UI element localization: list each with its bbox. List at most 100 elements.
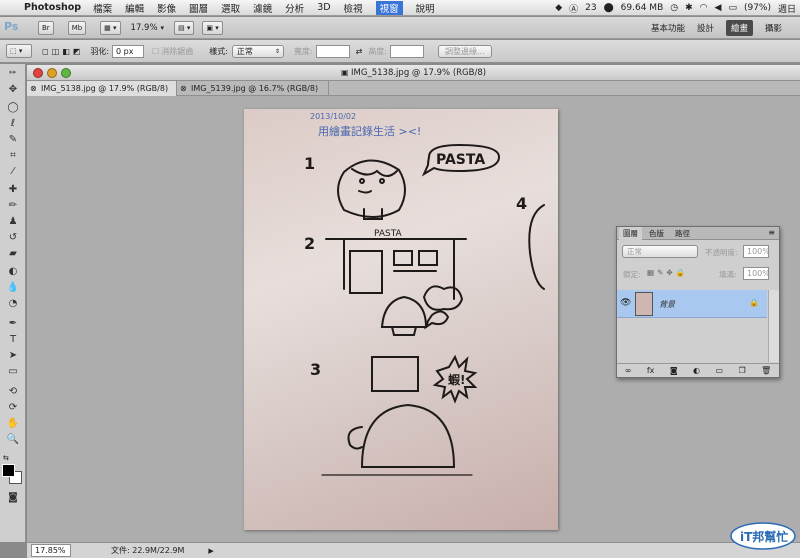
tab-img-5138[interactable]: ⊗ IMG_5138.jpg @ 17.9% (RGB/8) — [27, 81, 177, 96]
width-input[interactable] — [315, 44, 350, 58]
close-tab-icon[interactable]: ⊗ — [180, 81, 187, 96]
time-machine-icon[interactable]: ◷ — [670, 3, 678, 13]
menu-layer[interactable]: 圖層 — [189, 1, 208, 15]
menu-view[interactable]: 檢視 — [344, 1, 363, 15]
3d-orbit-tool-icon[interactable]: ⟳ — [4, 402, 22, 414]
antialias-checkbox[interactable]: ☐ — [152, 47, 159, 56]
new-selection-icon[interactable]: ◻ — [42, 47, 49, 56]
type-tool-icon[interactable]: T — [4, 334, 22, 346]
view-extras-button[interactable]: ▦ ▾ — [100, 20, 121, 35]
eyedropper-tool-icon[interactable]: ⁄ — [4, 166, 22, 178]
blur-tool-icon[interactable]: 💧 — [4, 282, 22, 294]
cup-handle — [347, 426, 363, 450]
opacity-input[interactable]: 100% — [743, 245, 770, 258]
intersect-selection-icon[interactable]: ◩ — [73, 47, 81, 56]
tab-layers[interactable]: 圖層 — [619, 227, 642, 240]
menu-window[interactable]: 視窗 — [375, 0, 403, 15]
dropbox-icon[interactable]: ◆ — [555, 3, 562, 13]
status-menu-arrow-icon[interactable]: ▶ — [208, 547, 213, 555]
lock-icons[interactable]: ▦✎✥🔒 — [647, 268, 688, 277]
status-zoom-input[interactable]: 17.85% — [31, 544, 71, 557]
fill-input[interactable]: 100% — [743, 267, 770, 280]
bridge-button[interactable]: Br — [38, 20, 54, 35]
brush-tool-icon[interactable]: ✏ — [4, 200, 22, 212]
zoom-level-select[interactable]: 17.9% — [131, 23, 158, 33]
arrange-documents-button[interactable]: ▤ ▾ — [174, 20, 195, 35]
history-brush-tool-icon[interactable]: ↺ — [4, 232, 22, 244]
menu-analysis[interactable]: 分析 — [285, 1, 304, 15]
minimize-window-button[interactable] — [47, 68, 57, 78]
swap-colors-icon[interactable]: ⇆ — [3, 454, 9, 462]
adjustment-layer-icon[interactable]: ◐ — [693, 366, 700, 375]
chevron-down-icon[interactable]: ▾ — [161, 24, 165, 32]
quick-mask-icon[interactable]: ◙ — [4, 492, 22, 504]
panel-menu-icon[interactable]: ≡ — [768, 228, 775, 237]
layer-mask-icon[interactable]: ◙ — [670, 366, 678, 375]
feather-input[interactable]: 0 px — [112, 44, 145, 58]
style-select[interactable]: 正常 ⇕ — [231, 44, 284, 58]
layer-row-background[interactable]: 👁 背景 🔒 — [617, 290, 767, 318]
menu-file[interactable]: 檔案 — [93, 1, 112, 15]
clone-stamp-tool-icon[interactable]: ♟ — [4, 216, 22, 228]
pen-tool-icon[interactable]: ✒ — [4, 318, 22, 330]
wifi-icon[interactable]: ◠ — [700, 3, 708, 13]
gradient-tool-icon[interactable]: ◐ — [4, 266, 22, 278]
crop-tool-icon[interactable]: ⌗ — [4, 150, 22, 162]
shape-tool-icon[interactable]: ▭ — [4, 366, 22, 378]
marquee-preset-button[interactable]: ⬚ ▾ — [6, 44, 32, 58]
adobe-icon[interactable]: Ⓐ — [569, 2, 578, 15]
quick-select-tool-icon[interactable]: ✎ — [4, 134, 22, 146]
toolbox-collapse-icon[interactable]: ▸▸ — [4, 66, 22, 78]
zoom-window-button[interactable] — [61, 68, 71, 78]
healing-brush-tool-icon[interactable]: ✚ — [4, 184, 22, 196]
close-window-button[interactable] — [33, 68, 43, 78]
layer-style-icon[interactable]: fx — [647, 366, 655, 375]
marquee-tool-icon[interactable]: ◯ — [4, 102, 22, 114]
refine-edge-button[interactable]: 調整邊緣... — [438, 44, 492, 58]
menu-filter[interactable]: 濾鏡 — [253, 1, 272, 15]
screen-mode-button[interactable]: ▣ ▾ — [202, 20, 223, 35]
menu-image[interactable]: 影像 — [157, 1, 176, 15]
zoom-tool-icon[interactable]: 🔍 — [4, 434, 22, 446]
lasso-tool-icon[interactable]: ℓ — [4, 118, 22, 130]
menu-3d[interactable]: 3D — [317, 2, 330, 13]
workspace-painting[interactable]: 繪畫 — [725, 19, 753, 36]
new-group-icon[interactable]: ▭ — [715, 366, 723, 375]
battery-icon[interactable]: ▭ — [728, 3, 737, 13]
dodge-tool-icon[interactable]: ◔ — [4, 298, 22, 310]
tab-paths[interactable]: 路徑 — [671, 227, 694, 240]
layers-scrollbar[interactable] — [768, 290, 779, 362]
close-tab-icon[interactable]: ⊗ — [30, 81, 37, 96]
eraser-tool-icon[interactable]: ▰ — [4, 248, 22, 260]
hand-tool-icon[interactable]: ✋ — [4, 418, 22, 430]
subtract-selection-icon[interactable]: ◧ — [62, 47, 70, 56]
menu-help[interactable]: 說明 — [416, 1, 435, 15]
add-selection-icon[interactable]: ◫ — [52, 47, 60, 56]
blend-mode-select[interactable]: 正常 — [622, 245, 698, 258]
tab-img-5139[interactable]: ⊗ IMG_5139.jpg @ 16.7% (RGB/8) — [177, 81, 329, 96]
mini-bridge-button[interactable]: Mb — [67, 20, 87, 35]
app-name-menu[interactable]: Photoshop — [24, 2, 81, 13]
move-tool-icon[interactable]: ✥ — [4, 84, 22, 96]
tab-channels[interactable]: 色版 — [645, 227, 668, 240]
bluetooth-icon[interactable]: ✱ — [685, 3, 693, 13]
3d-rotate-tool-icon[interactable]: ⟲ — [4, 386, 22, 398]
layer-name[interactable]: 背景 — [659, 299, 675, 310]
day-label[interactable]: 週日 — [778, 2, 796, 15]
link-layers-icon[interactable]: ∞ — [625, 366, 632, 375]
menu-select[interactable]: 選取 — [221, 1, 240, 15]
workspace-essentials[interactable]: 基本功能 — [651, 22, 685, 34]
visibility-eye-icon[interactable]: 👁 — [620, 298, 631, 308]
workspace-photography[interactable]: 攝影 — [765, 22, 782, 34]
foreground-color-swatch[interactable] — [2, 464, 15, 477]
network-icon[interactable]: ⬤ — [604, 3, 614, 13]
swap-icon[interactable]: ⇄ — [356, 47, 363, 56]
new-layer-icon[interactable]: ❐ — [738, 366, 745, 375]
document-canvas[interactable]: 2013/10/02 用繪畫記錄生活 ><! 1 PASTA 2 PASTA 3… — [244, 109, 558, 530]
delete-layer-icon[interactable]: 🗑 — [761, 366, 771, 375]
volume-icon[interactable]: ◀ — [715, 3, 722, 13]
menu-edit[interactable]: 編輯 — [125, 1, 144, 15]
path-select-tool-icon[interactable]: ➤ — [4, 350, 22, 362]
height-input[interactable] — [390, 44, 425, 58]
workspace-design[interactable]: 設計 — [697, 22, 714, 34]
